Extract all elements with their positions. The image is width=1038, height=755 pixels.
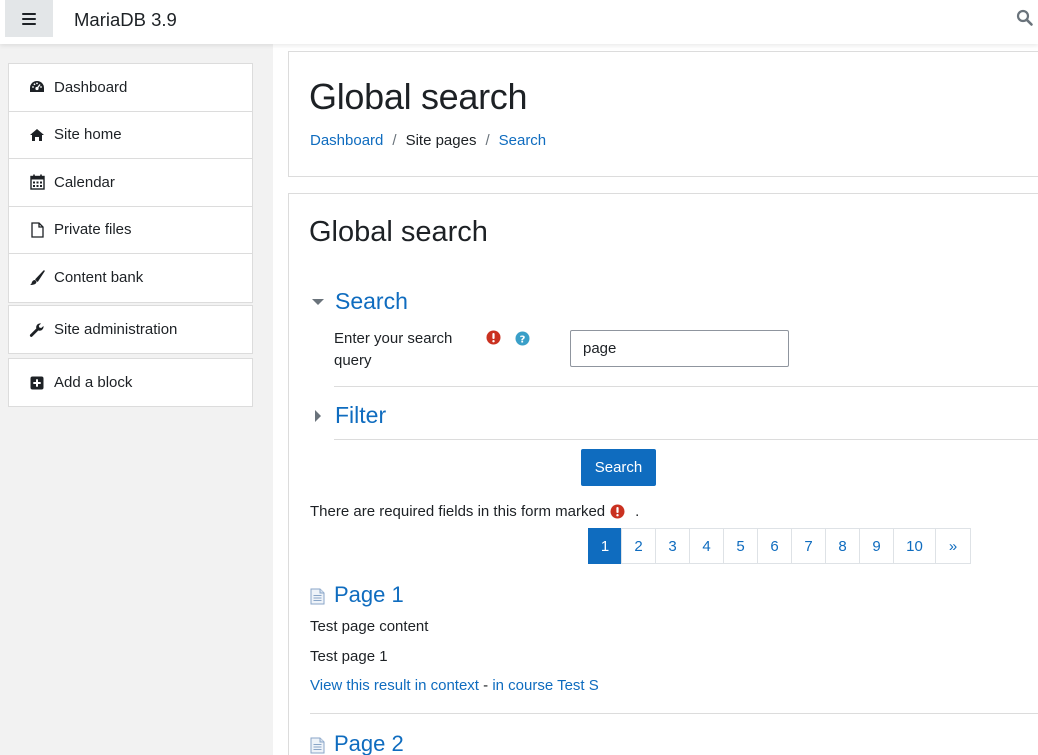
drawer-item-label: Site administration xyxy=(54,321,178,338)
required-icon xyxy=(610,504,625,519)
paintbrush-icon xyxy=(29,270,45,286)
page-link-2[interactable]: 2 xyxy=(621,528,656,564)
svg-text:?: ? xyxy=(520,334,526,345)
fieldset-divider xyxy=(334,439,1038,440)
result-title: Page 2 xyxy=(334,731,404,755)
filter-section-legend: Filter xyxy=(335,402,387,428)
required-note-text: There are required fields in this form m… xyxy=(310,503,606,520)
section-title: Global search xyxy=(309,216,488,248)
home-icon xyxy=(29,127,45,143)
drawer-item-label: Content bank xyxy=(54,269,144,287)
page-title: Global search xyxy=(309,76,528,117)
search-query-label: Enter your search query xyxy=(334,330,453,369)
drawer-item-label: Add a block xyxy=(54,374,133,391)
drawer-item-label: Calendar xyxy=(54,173,115,191)
drawer-item-label: Private files xyxy=(54,221,132,239)
page-link-next[interactable]: » xyxy=(935,528,971,564)
course-link[interactable]: in course Test S xyxy=(492,677,598,694)
add-block-button[interactable]: Add a block xyxy=(9,359,252,406)
required-icon xyxy=(486,330,501,345)
fieldset-divider xyxy=(334,386,1038,387)
caret-down-icon xyxy=(311,295,325,309)
dashboard-icon xyxy=(29,79,45,95)
drawer-item-calendar[interactable]: Calendar xyxy=(9,159,252,207)
required-note-end: . xyxy=(635,503,640,520)
breadcrumb-dashboard[interactable]: Dashboard xyxy=(310,132,383,149)
page-icon xyxy=(310,588,326,606)
page-link-4[interactable]: 4 xyxy=(689,528,724,564)
breadcrumb-separator: / xyxy=(485,132,490,149)
drawer-item-label: Dashboard xyxy=(54,78,128,96)
breadcrumb-search[interactable]: Search xyxy=(499,132,547,149)
page-link-5[interactable]: 5 xyxy=(723,528,758,564)
breadcrumb: Dashboard / Site pages / Search xyxy=(310,132,546,149)
nav-drawer: Dashboard Site home Calendar Private fil… xyxy=(0,44,273,755)
page-link-7[interactable]: 7 xyxy=(791,528,826,564)
drawer-item-site-home[interactable]: Site home xyxy=(9,112,252,159)
site-name[interactable]: MariaDB 3.9 xyxy=(74,9,177,31)
result-description: Test page 1 xyxy=(310,648,388,665)
drawer-admin-nav: Site administration xyxy=(8,305,253,354)
search-query-input[interactable] xyxy=(570,330,789,367)
search-section-toggle[interactable]: Search xyxy=(311,288,408,315)
help-icon[interactable]: ? xyxy=(515,331,530,346)
result-content: Test page content xyxy=(310,618,429,635)
result-divider xyxy=(310,713,1038,714)
pagination: 1 2 3 4 5 6 7 8 9 10 » xyxy=(588,528,971,564)
page-link-8[interactable]: 8 xyxy=(825,528,860,564)
drawer-primary-nav: Dashboard Site home Calendar Private fil… xyxy=(8,63,253,303)
drawer-item-private-files[interactable]: Private files xyxy=(9,207,252,254)
result-title-link[interactable]: Page 2 xyxy=(310,731,404,755)
result-links-separator: - xyxy=(483,677,489,694)
page-header: Global search Dashboard / Site pages / S… xyxy=(288,51,1038,177)
page-link-3[interactable]: 3 xyxy=(655,528,690,564)
main-region: Global search Search Enter your search q… xyxy=(288,193,1038,755)
drawer-item-site-administration[interactable]: Site administration xyxy=(9,306,252,353)
view-in-context-link[interactable]: View this result in context xyxy=(310,677,479,694)
page-link-10[interactable]: 10 xyxy=(893,528,936,564)
breadcrumb-site-pages: Site pages xyxy=(405,132,477,149)
result-links: View this result in context - in course … xyxy=(310,677,599,694)
drawer-item-label: Site home xyxy=(54,126,122,144)
required-fields-note: There are required fields in this form m… xyxy=(310,503,639,520)
page-link-1[interactable]: 1 xyxy=(588,528,622,564)
page-icon xyxy=(310,737,326,755)
drawer-toggle-button[interactable] xyxy=(5,0,53,37)
drawer-add-block: Add a block xyxy=(8,358,253,407)
caret-right-icon xyxy=(311,409,325,423)
top-navbar: MariaDB 3.9 xyxy=(0,0,1038,44)
search-section-legend: Search xyxy=(335,288,408,314)
page-link-9[interactable]: 9 xyxy=(859,528,894,564)
filter-section-toggle[interactable]: Filter xyxy=(311,402,386,429)
page-link-6[interactable]: 6 xyxy=(757,528,792,564)
result-title-link[interactable]: Page 1 xyxy=(310,582,404,608)
file-icon xyxy=(29,222,45,238)
drawer-item-content-bank[interactable]: Content bank xyxy=(9,254,252,302)
hamburger-icon xyxy=(22,12,36,25)
search-icon[interactable] xyxy=(1016,9,1036,29)
search-submit-button[interactable]: Search xyxy=(581,449,656,486)
plus-square-icon xyxy=(29,375,45,391)
wrench-icon xyxy=(29,322,45,338)
result-title: Page 1 xyxy=(334,582,404,607)
breadcrumb-separator: / xyxy=(392,132,397,149)
calendar-icon xyxy=(29,174,45,190)
drawer-item-dashboard[interactable]: Dashboard xyxy=(9,64,252,112)
